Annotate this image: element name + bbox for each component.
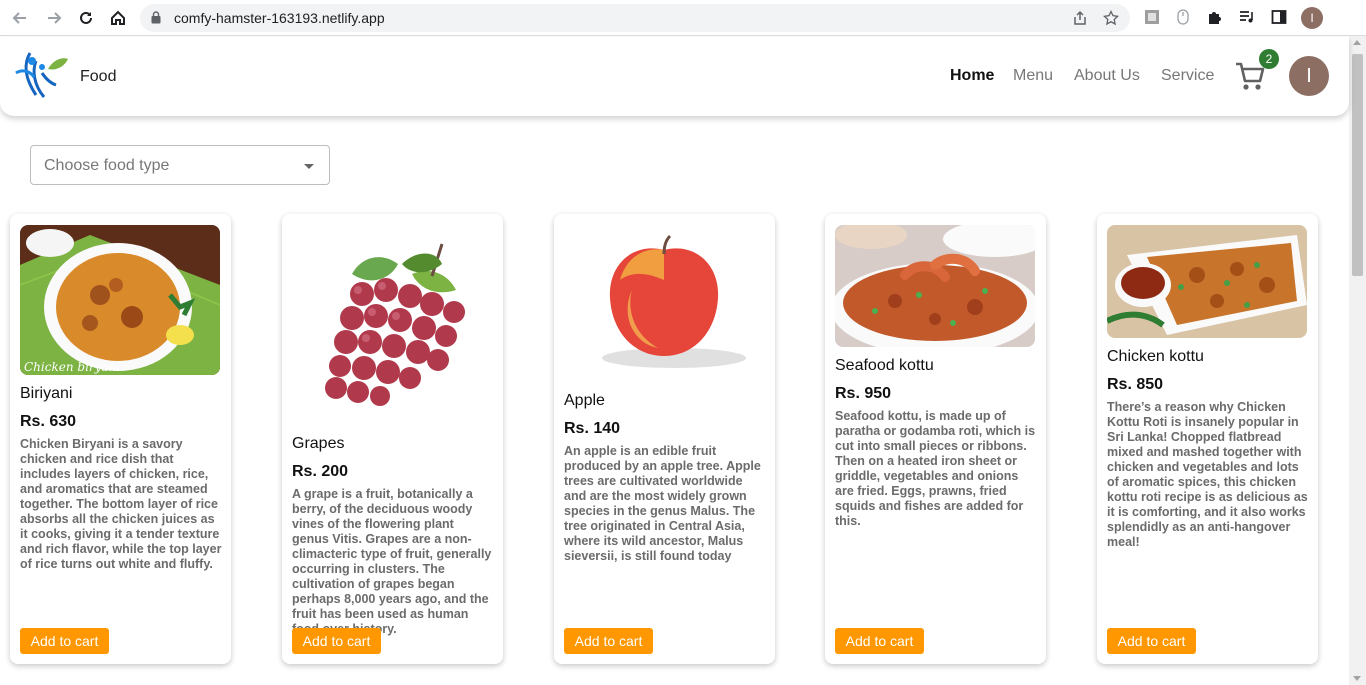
back-icon[interactable] bbox=[8, 6, 32, 30]
product-description: Seafood kottu, is made up of paratha or … bbox=[835, 409, 1036, 528]
apple-image bbox=[564, 230, 764, 390]
app-header: Food Home Menu About Us Service 2 I bbox=[0, 37, 1349, 116]
add-to-cart-button[interactable]: Add to cart bbox=[292, 628, 381, 654]
add-to-cart-button[interactable]: Add to cart bbox=[835, 628, 924, 654]
product-description: A grape is a fruit, botanically a berry,… bbox=[292, 487, 492, 636]
product-price: Rs. 140 bbox=[564, 420, 621, 437]
forward-icon[interactable] bbox=[42, 6, 66, 30]
product-price: Rs. 950 bbox=[835, 385, 892, 402]
address-bar[interactable]: comfy-hamster-163193.netlify.app bbox=[140, 4, 1130, 32]
user-avatar[interactable]: I bbox=[1289, 56, 1329, 96]
product-title: Apple bbox=[564, 392, 605, 409]
lock-icon bbox=[151, 11, 161, 24]
media-playlist-icon[interactable] bbox=[1238, 8, 1256, 26]
add-to-cart-button[interactable]: Add to cart bbox=[564, 628, 653, 654]
food-type-placeholder: Choose food type bbox=[44, 157, 170, 174]
product-price: Rs. 850 bbox=[1107, 376, 1164, 393]
chevron-down-icon bbox=[304, 164, 314, 169]
scroll-up-icon[interactable] bbox=[1353, 40, 1361, 45]
image-caption: Chicken biryani bbox=[24, 360, 120, 374]
product-description: Chicken Biryani is a savory chicken and … bbox=[20, 437, 222, 571]
chicken-kottu-image bbox=[1107, 225, 1307, 338]
product-title: Seafood kottu bbox=[835, 357, 934, 374]
add-to-cart-button[interactable]: Add to cart bbox=[1107, 628, 1196, 654]
nav-about-us[interactable]: About Us bbox=[1074, 67, 1140, 85]
nav-service[interactable]: Service bbox=[1161, 67, 1214, 85]
product-card-apple: Apple Rs. 140 An apple is an edible frui… bbox=[554, 214, 775, 664]
product-description: An apple is an edible fruit produced by … bbox=[564, 444, 761, 563]
product-title: Chicken kottu bbox=[1107, 348, 1204, 365]
home-icon[interactable] bbox=[106, 6, 130, 30]
browser-profile-avatar[interactable]: I bbox=[1301, 7, 1323, 29]
product-card-seafood-kottu: Seafood kottu Rs. 950 Seafood kottu, is … bbox=[825, 214, 1046, 664]
product-title: Biriyani bbox=[20, 385, 73, 402]
add-to-cart-button[interactable]: Add to cart bbox=[20, 628, 109, 654]
url-text: comfy-hamster-163193.netlify.app bbox=[174, 10, 385, 26]
product-card-grapes: Grapes Rs. 200 A grape is a fruit, botan… bbox=[282, 214, 503, 664]
scrollbar-thumb[interactable] bbox=[1352, 54, 1363, 276]
product-title: Grapes bbox=[292, 435, 345, 452]
grapes-image bbox=[292, 234, 492, 426]
browser-toolbar: comfy-hamster-163193.netlify.app I bbox=[0, 0, 1366, 36]
bookmark-star-icon[interactable] bbox=[1102, 9, 1120, 26]
food-logo-icon[interactable] bbox=[12, 47, 70, 105]
page-scrollbar[interactable] bbox=[1349, 36, 1366, 685]
food-type-select[interactable]: Choose food type bbox=[30, 145, 330, 185]
product-price: Rs. 200 bbox=[292, 463, 349, 480]
cart-count-badge: 2 bbox=[1259, 49, 1279, 69]
nav-menu[interactable]: Menu bbox=[1013, 67, 1053, 85]
mouse-extension-icon[interactable] bbox=[1174, 8, 1192, 26]
brand-name[interactable]: Food bbox=[80, 68, 116, 86]
side-panel-icon[interactable] bbox=[1270, 8, 1288, 26]
product-description: There’s a reason why Chicken Kottu Roti … bbox=[1107, 400, 1308, 549]
reload-icon[interactable] bbox=[74, 6, 98, 30]
extensions-puzzle-icon[interactable] bbox=[1206, 8, 1224, 26]
seafood-kottu-image bbox=[835, 225, 1035, 347]
nav-home[interactable]: Home bbox=[950, 67, 994, 85]
product-card-biriyani: Chicken biryani Biriyani Rs. 630 Chicken… bbox=[10, 214, 231, 664]
biriyani-image: Chicken biryani bbox=[20, 225, 220, 375]
scroll-down-icon[interactable] bbox=[1353, 676, 1361, 681]
product-price: Rs. 630 bbox=[20, 413, 77, 430]
share-icon[interactable] bbox=[1072, 10, 1088, 26]
product-card-chicken-kottu: Chicken kottu Rs. 850 There’s a reason w… bbox=[1097, 214, 1318, 664]
extension-picture-icon[interactable] bbox=[1143, 8, 1161, 26]
